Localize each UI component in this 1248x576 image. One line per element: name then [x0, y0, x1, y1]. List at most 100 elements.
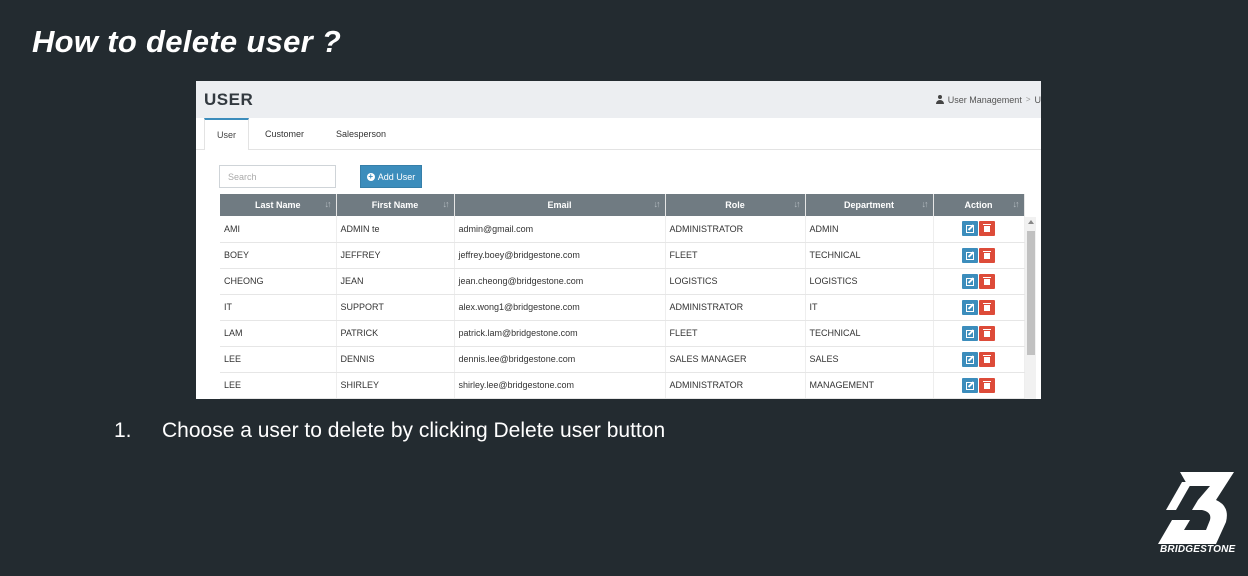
cell-first-name: ADMIN te: [336, 216, 455, 243]
breadcrumb-item-user-management[interactable]: User Management: [948, 95, 1022, 105]
plus-circle-icon: +: [366, 171, 375, 181]
sort-icon: ↓↑: [793, 199, 801, 209]
cell-action: [933, 216, 1025, 243]
cell-first-name: JEAN: [336, 268, 455, 295]
cell-action: [933, 372, 1025, 399]
instruction-step: 1. Choose a user to delete by clicking D…: [114, 419, 665, 443]
table-row: BOEY JEFFREY jeffrey.boey@bridgestone.co…: [220, 242, 1025, 269]
column-header-last-name[interactable]: Last Name ↓↑: [220, 194, 337, 216]
breadcrumb-separator: >: [1025, 95, 1031, 104]
tab-customer[interactable]: Customer: [249, 118, 316, 149]
instruction-text: Choose a user to delete by clicking Dele…: [162, 419, 666, 442]
cell-email: patrick.lam@bridgestone.com: [454, 320, 666, 347]
edit-icon[interactable]: [962, 273, 978, 289]
cell-email: jean.cheong@bridgestone.com: [454, 268, 666, 295]
brand-wordmark: BRIDGESTONE: [1160, 544, 1236, 555]
trash-icon[interactable]: [979, 299, 995, 315]
cell-first-name: JEFFREY: [336, 242, 455, 269]
trash-icon[interactable]: [979, 247, 995, 263]
cell-email: dennis.lee@bridgestone.com: [454, 346, 666, 373]
user-table: Last Name ↓↑ First Name ↓↑ Email ↓↑ Role ↓↑ …: [220, 194, 1025, 399]
cell-role: LOGISTICS: [665, 268, 806, 295]
edit-icon[interactable]: [962, 351, 978, 367]
table-row: AMI ADMIN te admin@gmail.com ADMINISTRAT…: [220, 216, 1025, 243]
cell-email: alex.wong1@bridgestone.com: [454, 294, 666, 321]
tab-bar: User Customer Salesperson: [196, 118, 1041, 150]
cell-role: FLEET: [665, 242, 806, 269]
cell-last-name: LEE: [220, 372, 337, 399]
search-input[interactable]: [219, 165, 336, 188]
edit-icon[interactable]: [962, 221, 978, 237]
cell-department: IT: [805, 294, 934, 321]
cell-email: jeffrey.boey@bridgestone.com: [454, 242, 666, 269]
cell-action: [933, 268, 1025, 295]
edit-icon[interactable]: [962, 299, 978, 315]
column-header-department[interactable]: Department ↓↑: [805, 194, 934, 216]
sort-icon: ↓↑: [324, 199, 332, 209]
app-screenshot: USER User Management > U User Customer S…: [196, 81, 1041, 399]
cell-email: admin@gmail.com: [454, 216, 666, 243]
edit-icon[interactable]: [962, 325, 978, 341]
trash-icon[interactable]: [979, 351, 995, 367]
trash-icon[interactable]: [979, 377, 995, 393]
cell-action: [933, 294, 1025, 321]
breadcrumb: User Management > U: [935, 94, 1042, 105]
table-toolbar: + Add User: [219, 165, 422, 188]
cell-last-name: LEE: [220, 346, 337, 373]
table-row: IT SUPPORT alex.wong1@bridgestone.com AD…: [220, 294, 1025, 321]
cell-role: ADMINISTRATOR: [665, 294, 806, 321]
column-header-action[interactable]: Action ↓↑: [933, 194, 1025, 216]
scrollbar-thumb[interactable]: [1027, 231, 1035, 355]
user-icon: [935, 95, 944, 104]
trash-icon[interactable]: [979, 221, 995, 237]
table-row: CHEONG JEAN jean.cheong@bridgestone.com …: [220, 268, 1025, 295]
cell-last-name: AMI: [220, 216, 337, 243]
cell-role: FLEET: [665, 320, 806, 347]
page-title: USER: [204, 89, 254, 109]
cell-role: ADMINISTRATOR: [665, 216, 806, 243]
content-header: USER User Management > U: [196, 81, 1041, 118]
table-scrollbar[interactable]: [1025, 217, 1036, 399]
cell-department: ADMIN: [805, 216, 934, 243]
table-row: LAM PATRICK patrick.lam@bridgestone.com …: [220, 320, 1025, 347]
column-header-email[interactable]: Email ↓↑: [454, 194, 666, 216]
cell-department: TECHNICAL: [805, 242, 934, 269]
trash-icon[interactable]: [979, 325, 995, 341]
sort-icon: ↓↑: [653, 199, 661, 209]
cell-first-name: PATRICK: [336, 320, 455, 347]
cell-first-name: SHIRLEY: [336, 372, 455, 399]
cell-email: shirley.lee@bridgestone.com: [454, 372, 666, 399]
table-row: LEE DENNIS dennis.lee@bridgestone.com SA…: [220, 346, 1025, 373]
cell-first-name: DENNIS: [336, 346, 455, 373]
cell-last-name: IT: [220, 294, 337, 321]
instruction-number: 1.: [114, 419, 132, 442]
edit-icon[interactable]: [962, 247, 978, 263]
sort-icon: ↓↑: [1012, 199, 1020, 209]
cell-role: SALES MANAGER: [665, 346, 806, 373]
column-header-role[interactable]: Role ↓↑: [665, 194, 806, 216]
scroll-up-arrow-icon[interactable]: [1028, 220, 1034, 224]
cell-action: [933, 320, 1025, 347]
breadcrumb-item-current: U: [1034, 94, 1042, 105]
cell-department: MANAGEMENT: [805, 372, 934, 399]
cell-last-name: CHEONG: [220, 268, 337, 295]
sort-icon: ↓↑: [442, 199, 450, 209]
cell-last-name: LAM: [220, 320, 337, 347]
table-row: LEE SHIRLEY shirley.lee@bridgestone.com …: [220, 372, 1025, 399]
cell-action: [933, 346, 1025, 373]
cell-department: SALES: [805, 346, 934, 373]
tab-salesperson[interactable]: Salesperson: [316, 118, 398, 149]
cell-role: ADMINISTRATOR: [665, 372, 806, 399]
tab-user[interactable]: User: [204, 118, 250, 150]
cell-first-name: SUPPORT: [336, 294, 455, 321]
column-header-first-name[interactable]: First Name ↓↑: [336, 194, 455, 216]
trash-icon[interactable]: [979, 273, 995, 289]
cell-department: TECHNICAL: [805, 320, 934, 347]
edit-icon[interactable]: [962, 377, 978, 393]
user-table-wrapper: Last Name ↓↑ First Name ↓↑ Email ↓↑ Role ↓↑ …: [220, 194, 1025, 399]
table-header-row: Last Name ↓↑ First Name ↓↑ Email ↓↑ Role ↓↑ …: [220, 194, 1025, 216]
sort-icon: ↓↑: [921, 199, 929, 209]
add-user-label: Add User: [377, 171, 416, 182]
add-user-button[interactable]: + Add User: [360, 165, 422, 188]
cell-department: LOGISTICS: [805, 268, 934, 295]
